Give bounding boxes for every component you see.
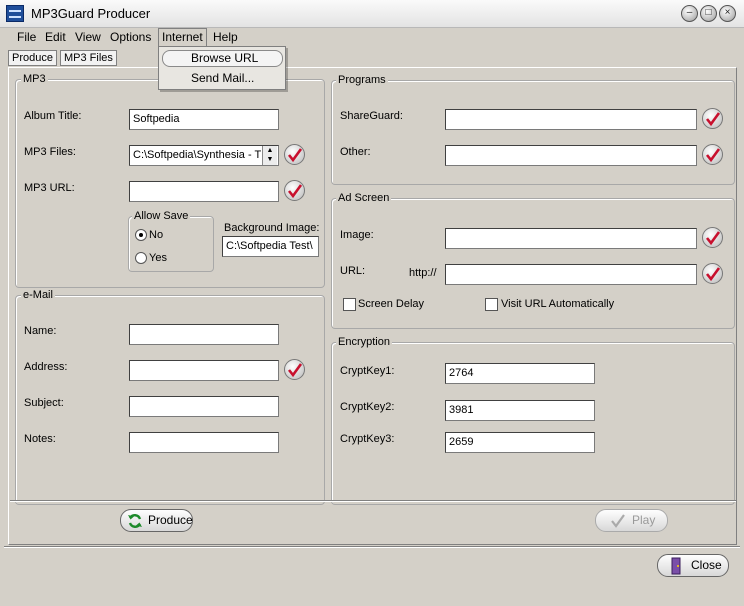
image-check-icon[interactable]: [702, 227, 723, 248]
url-check-icon[interactable]: [702, 263, 723, 284]
shareguard-label: ShareGuard:: [340, 110, 403, 122]
produce-button[interactable]: Produce: [120, 509, 193, 532]
encryption-group-title: Encryption: [336, 336, 392, 348]
title-bar: MP3Guard Producer – □ ×: [0, 0, 744, 28]
mp3-files-combo[interactable]: C:\Softpedia\Synthesia - T: [129, 145, 279, 166]
mp3-files-check-icon[interactable]: [284, 144, 305, 165]
visit-url-label: Visit URL Automatically: [501, 298, 615, 310]
notes-label: Notes:: [24, 433, 56, 445]
mp3-url-field[interactable]: [129, 181, 279, 202]
menu-file[interactable]: File: [17, 30, 36, 44]
notes-field[interactable]: [129, 432, 279, 453]
background-image-field[interactable]: C:\Softpedia Test\: [222, 236, 319, 257]
other-label: Other:: [340, 146, 371, 158]
menu-item-browse-url[interactable]: Browse URL: [191, 51, 258, 65]
play-check-icon: [611, 514, 625, 528]
minimize-icon[interactable]: –: [681, 5, 698, 22]
footer-panel: [4, 546, 740, 602]
maximize-icon[interactable]: □: [700, 5, 717, 22]
produce-label: Produce: [148, 513, 193, 527]
programs-group: [331, 80, 735, 185]
screen-delay-checkbox[interactable]: [343, 298, 356, 311]
tab-mp3-files[interactable]: MP3 Files: [60, 50, 117, 66]
menu-options[interactable]: Options: [110, 30, 151, 44]
album-title-field[interactable]: Softpedia: [129, 109, 279, 130]
ad-screen-group-title: Ad Screen: [336, 192, 392, 204]
image-field[interactable]: [445, 228, 697, 249]
screen-delay-label: Screen Delay: [358, 298, 425, 310]
internet-dropdown-menu: Browse URL Send Mail...: [158, 46, 286, 90]
programs-group-title: Programs: [336, 74, 388, 86]
url-label: URL:: [340, 265, 366, 277]
other-check-icon[interactable]: [702, 144, 723, 165]
url-prefix: http://: [409, 267, 437, 279]
produce-refresh-icon: [128, 514, 142, 528]
cryptkey1-label: CryptKey1:: [340, 365, 395, 377]
subject-field[interactable]: [129, 396, 279, 417]
window-title: MP3Guard Producer: [31, 6, 151, 21]
app-icon: [6, 5, 24, 22]
background-image-label: Background Image:: [224, 222, 320, 234]
image-label: Image:: [340, 229, 374, 241]
radio-no-label: No: [149, 229, 164, 241]
cryptkey2-field[interactable]: 3981: [445, 400, 595, 421]
shareguard-check-icon[interactable]: [702, 108, 723, 129]
other-field[interactable]: [445, 145, 697, 166]
tab-produce[interactable]: Produce: [8, 50, 57, 66]
mp3-files-label: MP3 Files:: [24, 146, 76, 158]
radio-yes-label: Yes: [149, 252, 167, 264]
play-label: Play: [632, 513, 656, 527]
menu-edit[interactable]: Edit: [45, 30, 66, 44]
mp3-url-label: MP3 URL:: [24, 182, 75, 194]
cryptkey2-label: CryptKey2:: [340, 401, 395, 413]
radio-yes[interactable]: [135, 252, 147, 264]
spinner-arrows-icon[interactable]: ▲ ▼: [262, 146, 277, 165]
cryptkey3-field[interactable]: 2659: [445, 432, 595, 453]
shareguard-field[interactable]: [445, 109, 697, 130]
mp3-group-title: MP3: [21, 73, 48, 85]
subject-label: Subject:: [24, 397, 64, 409]
cryptkey1-field[interactable]: 2764: [445, 363, 595, 384]
radio-no[interactable]: [135, 229, 147, 241]
close-label: Close: [691, 558, 722, 572]
address-check-icon[interactable]: [284, 359, 305, 380]
menu-internet[interactable]: Internet: [162, 30, 203, 44]
menu-help[interactable]: Help: [213, 30, 238, 44]
close-window-icon[interactable]: ×: [719, 5, 736, 22]
menu-view[interactable]: View: [75, 30, 101, 44]
allow-save-title: Allow Save: [132, 210, 191, 222]
play-button[interactable]: Play: [595, 509, 668, 532]
mp3-files-value: C:\Softpedia\Synthesia - T: [133, 149, 262, 161]
url-field[interactable]: [445, 264, 697, 285]
cryptkey3-label: CryptKey3:: [340, 433, 395, 445]
close-button[interactable]: Close: [657, 554, 729, 577]
name-label: Name:: [24, 325, 57, 337]
album-title-label: Album Title:: [24, 110, 82, 122]
name-field[interactable]: [129, 324, 279, 345]
door-exit-icon: [671, 557, 681, 575]
email-group-title: e-Mail: [21, 289, 55, 301]
visit-url-checkbox[interactable]: [485, 298, 498, 311]
mp3-url-check-icon[interactable]: [284, 180, 305, 201]
address-label: Address:: [24, 361, 68, 373]
address-field[interactable]: [129, 360, 279, 381]
radio-selected-dot: [139, 233, 143, 237]
menu-item-send-mail[interactable]: Send Mail...: [191, 71, 254, 85]
